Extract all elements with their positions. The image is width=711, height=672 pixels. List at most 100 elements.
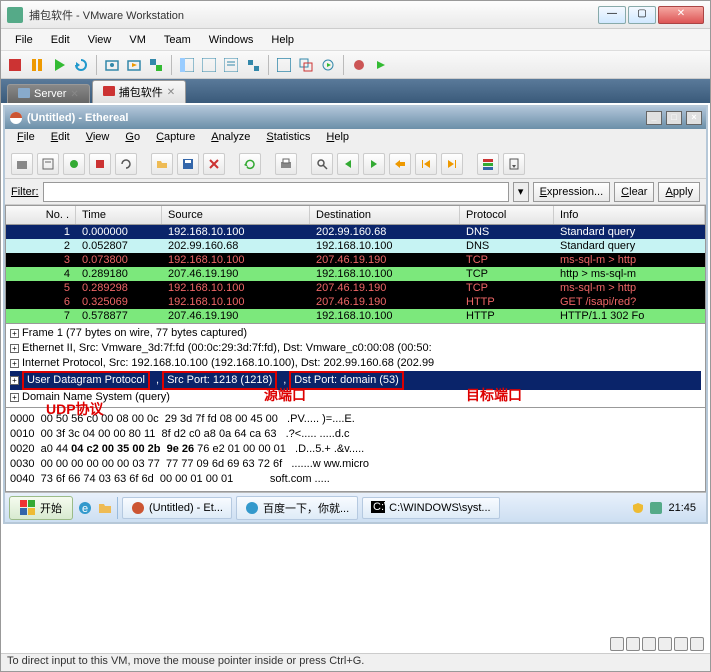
table-row[interactable]: 40.289180207.46.19.190192.168.10.100TCPh… [6, 267, 705, 281]
play-icon[interactable] [49, 55, 69, 75]
minimize-button[interactable]: — [598, 6, 626, 24]
eth-line[interactable]: Ethernet II, Src: Vmware_3d:7f:fd (00:0c… [22, 341, 432, 356]
start-capture-icon[interactable] [63, 153, 85, 175]
packet-details[interactable]: +Frame 1 (77 bytes on wire, 77 bytes cap… [5, 324, 706, 408]
explorer-icon[interactable] [97, 500, 113, 516]
table-row[interactable]: 10.000000192.168.10.100202.99.160.68DNSS… [6, 225, 705, 239]
task-cmd[interactable]: C:\ C:\WINDOWS\syst... [362, 497, 499, 519]
interfaces-icon[interactable] [11, 153, 33, 175]
menu-vm[interactable]: VM [121, 32, 154, 48]
expand-icon[interactable]: + [10, 329, 19, 338]
col-source[interactable]: Source [162, 206, 310, 224]
col-info[interactable]: Info [554, 206, 705, 224]
expand-icon[interactable]: + [10, 344, 19, 353]
frame-line[interactable]: Frame 1 (77 bytes on wire, 77 bytes capt… [22, 326, 247, 341]
expand-icon[interactable]: + [10, 376, 19, 385]
close-button[interactable]: × [686, 111, 702, 125]
expand-icon[interactable]: + [10, 393, 19, 402]
table-row[interactable]: 70.578877207.46.19.190192.168.10.100HTTP… [6, 309, 705, 323]
snapshot-icon[interactable] [102, 55, 122, 75]
col-dest[interactable]: Destination [310, 206, 460, 224]
menu-analyze[interactable]: Analyze [203, 129, 258, 149]
menu-capture[interactable]: Capture [148, 129, 203, 149]
close-icon[interactable]: ✕ [167, 87, 175, 98]
quickswitch-icon[interactable] [243, 55, 263, 75]
snapshot-mgr-icon[interactable] [146, 55, 166, 75]
shield-icon[interactable] [632, 502, 644, 514]
menu-team[interactable]: Team [156, 32, 199, 48]
maximize-button[interactable]: □ [666, 111, 682, 125]
last-icon[interactable] [441, 153, 463, 175]
menu-file[interactable]: File [9, 129, 43, 149]
expression-button[interactable]: Expression... [533, 182, 611, 202]
table-row[interactable]: 20.052807202.99.160.68192.168.10.100DNSS… [6, 239, 705, 253]
udp-proto-label[interactable]: User Datagram Protocol [22, 371, 150, 390]
menu-statistics[interactable]: Statistics [258, 129, 318, 149]
colorize-icon[interactable] [477, 153, 499, 175]
open-icon[interactable] [151, 153, 173, 175]
goto-icon[interactable] [389, 153, 411, 175]
tab-capture[interactable]: 捕包软件 ✕ [92, 80, 186, 103]
ip-line[interactable]: Internet Protocol, Src: 192.168.10.100 (… [22, 356, 434, 371]
vmtools-icon[interactable] [650, 502, 662, 514]
col-no[interactable]: No. . [6, 206, 76, 224]
hex-pane[interactable]: 0000 00 50 56 c0 00 08 00 0c 29 3d 7f fd… [5, 408, 706, 492]
pause-icon[interactable] [27, 55, 47, 75]
reload-icon[interactable] [239, 153, 261, 175]
menu-view[interactable]: View [80, 32, 120, 48]
clear-button[interactable]: Clear [614, 182, 654, 202]
device-indicators[interactable] [610, 637, 704, 651]
col-time[interactable]: Time [76, 206, 162, 224]
replay-icon[interactable] [318, 55, 338, 75]
reset-icon[interactable] [71, 55, 91, 75]
menu-go[interactable]: Go [117, 129, 148, 149]
filter-input[interactable] [43, 182, 509, 202]
autoscroll-icon[interactable] [503, 153, 525, 175]
first-icon[interactable] [415, 153, 437, 175]
maximize-button[interactable]: ▢ [628, 6, 656, 24]
capture-icon[interactable] [349, 55, 369, 75]
menu-edit[interactable]: Edit [43, 129, 78, 149]
print-icon[interactable] [275, 153, 297, 175]
task-ethereal[interactable]: (Untitled) - Et... [122, 497, 232, 519]
menu-file[interactable]: File [7, 32, 41, 48]
save-icon[interactable] [177, 153, 199, 175]
find-icon[interactable] [311, 153, 333, 175]
unity-icon[interactable] [296, 55, 316, 75]
table-row[interactable]: 50.289298192.168.10.100207.46.19.190TCPm… [6, 281, 705, 295]
menu-edit[interactable]: Edit [43, 32, 78, 48]
table-row[interactable]: 60.325069192.168.10.100207.46.19.190HTTP… [6, 295, 705, 309]
col-proto[interactable]: Protocol [460, 206, 554, 224]
start-button[interactable]: 开始 [9, 496, 73, 520]
revert-icon[interactable] [124, 55, 144, 75]
menu-view[interactable]: View [78, 129, 118, 149]
filter-dropdown-icon[interactable]: ▾ [513, 182, 529, 202]
menu-windows[interactable]: Windows [201, 32, 262, 48]
replay2-icon[interactable] [371, 55, 391, 75]
packet-rows[interactable]: 10.000000192.168.10.100202.99.160.68DNSS… [6, 225, 705, 323]
minimize-button[interactable]: _ [646, 111, 662, 125]
sidebar-icon[interactable] [177, 55, 197, 75]
console-icon[interactable] [199, 55, 219, 75]
tab-server[interactable]: Server ✕ [7, 84, 90, 103]
back-icon[interactable] [337, 153, 359, 175]
expand-icon[interactable]: + [10, 359, 19, 368]
close-icon[interactable]: ✕ [70, 89, 78, 100]
menu-help[interactable]: Help [318, 129, 357, 149]
udp-src-label[interactable]: Src Port: 1218 (1218) [162, 371, 277, 390]
options-icon[interactable] [37, 153, 59, 175]
stop-icon[interactable] [5, 55, 25, 75]
menu-help[interactable]: Help [263, 32, 302, 48]
system-tray[interactable]: 21:45 [626, 502, 702, 514]
stop-capture-icon[interactable] [89, 153, 111, 175]
close-file-icon[interactable] [203, 153, 225, 175]
udp-dst-label[interactable]: Dst Port: domain (53) [289, 371, 404, 390]
summary-icon[interactable] [221, 55, 241, 75]
table-row[interactable]: 30.073800192.168.10.100207.46.19.190TCPm… [6, 253, 705, 267]
close-button[interactable]: ✕ [658, 6, 704, 24]
task-browser[interactable]: 百度一下，你就... [236, 496, 358, 520]
apply-button[interactable]: Apply [658, 182, 700, 202]
forward-icon[interactable] [363, 153, 385, 175]
restart-capture-icon[interactable] [115, 153, 137, 175]
ie-icon[interactable]: e [77, 500, 93, 516]
